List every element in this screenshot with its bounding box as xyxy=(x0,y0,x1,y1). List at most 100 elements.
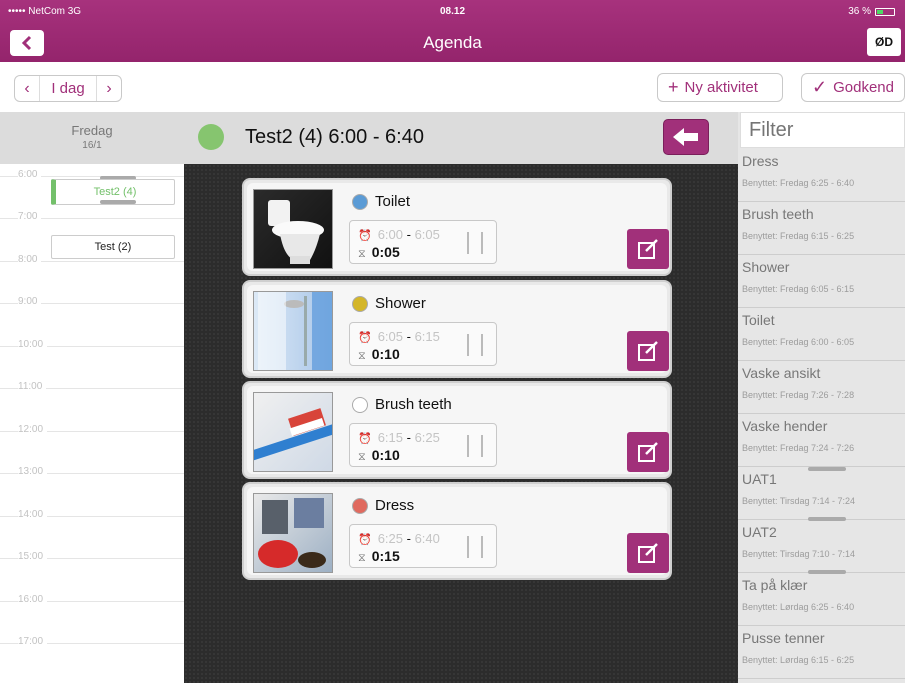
hour-line: 10:00 xyxy=(0,339,184,350)
filter-item[interactable]: Ta på klær Benyttet: Lørdag 6:25 - 6:40 xyxy=(738,573,905,626)
drag-handle[interactable] xyxy=(467,536,483,558)
start-time: 6:00 xyxy=(377,227,404,242)
filter-item[interactable]: Pusse tenner Benyttet: Lørdag 6:15 - 6:2… xyxy=(738,626,905,679)
activity-card[interactable]: Brush teeth ⏰ 6:15 - 6:25 ⧖ 0:10 xyxy=(242,381,672,479)
edit-button[interactable] xyxy=(627,229,669,269)
filter-item[interactable]: Dress Benyttet: Fredag 6:25 - 6:40 xyxy=(738,149,905,202)
next-day-button[interactable]: › xyxy=(97,80,121,98)
filter-item-usage: Benyttet: Fredag 7:24 - 7:26 xyxy=(742,443,855,453)
shower-image xyxy=(253,291,333,371)
filter-item-usage: Benyttet: Fredag 6:05 - 6:15 xyxy=(742,284,855,294)
edit-button[interactable] xyxy=(627,533,669,573)
dash: - xyxy=(403,329,415,344)
filter-item[interactable]: Toilet Benyttet: Fredag 6:00 - 6:05 xyxy=(738,308,905,361)
remove-button[interactable] xyxy=(663,119,709,155)
hourglass-icon: ⧖ xyxy=(358,552,366,564)
approve-button[interactable]: ✓ Godkend xyxy=(801,73,905,102)
alarm-icon: ⏰ xyxy=(358,433,372,445)
edit-icon xyxy=(638,341,658,361)
activity-list: Toilet ⏰ 6:00 - 6:05 ⧖ 0:05 Shower ⏰ 6:0… xyxy=(184,164,738,683)
filter-item[interactable]: Vaske hender Benyttet: Fredag 7:24 - 7:2… xyxy=(738,414,905,467)
end-time: 6:25 xyxy=(414,430,440,445)
calendar-timeline[interactable]: 6:00 7:00 8:00 9:00 10:00 11:00 12:00 13… xyxy=(0,164,184,683)
resize-handle[interactable] xyxy=(100,200,136,204)
time-range: ⏰ 6:15 - 6:25 xyxy=(358,430,440,445)
status-indicator xyxy=(198,124,224,150)
hour-line: 14:00 xyxy=(0,509,184,520)
activity-card[interactable]: Dress ⏰ 6:25 - 6:40 ⧖ 0:15 xyxy=(242,482,672,580)
end-time: 6:05 xyxy=(414,227,440,242)
hourglass-icon: ⧖ xyxy=(358,248,366,260)
filter-item-name: Brush teeth xyxy=(742,206,814,222)
clothes-icon xyxy=(258,498,326,568)
activity-name: Dress xyxy=(375,497,415,514)
edit-button[interactable] xyxy=(627,432,669,472)
new-activity-button[interactable]: + Ny aktivitet xyxy=(657,73,783,102)
activity-name: Brush teeth xyxy=(375,396,452,413)
edit-button[interactable] xyxy=(627,331,669,371)
duration-value: 0:15 xyxy=(371,548,400,564)
filter-item[interactable]: Shower Benyttet: Fredag 6:05 - 6:15 xyxy=(738,255,905,308)
edit-icon xyxy=(638,543,658,563)
hour-label: 17:00 xyxy=(18,636,48,647)
battery-icon xyxy=(875,7,895,16)
status-dot xyxy=(352,498,368,514)
activity-card[interactable]: Toilet ⏰ 6:00 - 6:05 ⧖ 0:05 xyxy=(242,178,672,276)
filter-item-name: Vaske ansikt xyxy=(742,365,821,381)
hour-label: 12:00 xyxy=(18,424,48,435)
filter-item[interactable]: UAT2 Benyttet: Tirsdag 7:10 - 7:14 xyxy=(738,520,905,573)
filter-item[interactable]: Vaske ansikt Benyttet: Fredag 7:26 - 7:2… xyxy=(738,361,905,414)
edit-icon xyxy=(638,239,658,259)
today-button[interactable]: I dag xyxy=(39,76,97,101)
toilet-image xyxy=(253,189,333,269)
drag-handle[interactable] xyxy=(467,334,483,356)
filter-item[interactable]: UAT1 Benyttet: Tirsdag 7:14 - 7:24 xyxy=(738,467,905,520)
card-body: Dress ⏰ 6:25 - 6:40 ⧖ 0:15 xyxy=(247,487,669,575)
toothbrush-image xyxy=(253,392,333,472)
new-activity-label: Ny aktivitet xyxy=(684,79,758,96)
calendar-event[interactable]: Test (2) xyxy=(51,235,175,259)
plus-icon: + xyxy=(668,77,679,97)
drag-handle[interactable] xyxy=(467,435,483,457)
filter-item-name: UAT2 xyxy=(742,524,777,540)
approve-label: Godkend xyxy=(833,79,894,96)
filter-item-name: Vaske hender xyxy=(742,418,828,434)
time-box[interactable]: ⏰ 6:25 - 6:40 ⧖ 0:15 xyxy=(349,524,497,568)
filter-item-usage: Benyttet: Fredag 6:00 - 6:05 xyxy=(742,337,855,347)
check-icon: ✓ xyxy=(812,77,828,97)
time-box[interactable]: ⏰ 6:05 - 6:15 ⧖ 0:10 xyxy=(349,322,497,366)
hour-line: 15:00 xyxy=(0,551,184,562)
activity-title: Test2 (4) 6:00 - 6:40 xyxy=(245,126,424,148)
duration: ⧖ 0:05 xyxy=(358,244,400,261)
battery-percent: 36 % xyxy=(848,6,871,17)
time-range: ⏰ 6:05 - 6:15 xyxy=(358,329,440,344)
time-range: ⏰ 6:00 - 6:05 xyxy=(358,227,440,242)
edit-icon xyxy=(638,442,658,462)
time-box[interactable]: ⏰ 6:15 - 6:25 ⧖ 0:10 xyxy=(349,423,497,467)
filter-item[interactable]: Brush teeth Benyttet: Fredag 6:15 - 6:25 xyxy=(738,202,905,255)
dash: - xyxy=(403,531,415,546)
end-time: 6:40 xyxy=(414,531,440,546)
hour-label: 13:00 xyxy=(18,466,48,477)
status-dot xyxy=(352,397,368,413)
filter-item-usage: Benyttet: Tirsdag 7:14 - 7:24 xyxy=(742,496,856,506)
status-dot xyxy=(352,296,368,312)
activity-card[interactable]: Shower ⏰ 6:05 - 6:15 ⧖ 0:10 xyxy=(242,280,672,378)
duration-value: 0:10 xyxy=(371,346,400,362)
filter-item-name: Pusse tenner xyxy=(742,630,825,646)
time-box[interactable]: ⏰ 6:00 - 6:05 ⧖ 0:05 xyxy=(349,220,497,264)
filter-item-usage: Benyttet: Fredag 6:25 - 6:40 xyxy=(742,178,855,188)
user-button[interactable]: ØD xyxy=(867,28,901,56)
filter-input[interactable] xyxy=(740,112,905,148)
start-time: 6:05 xyxy=(377,329,404,344)
hour-line: 13:00 xyxy=(0,466,184,477)
prev-day-button[interactable]: ‹ xyxy=(15,80,39,98)
duration-value: 0:10 xyxy=(371,447,400,463)
filter-item-name: UAT1 xyxy=(742,471,777,487)
filter-item-usage: Benyttet: Lørdag 6:25 - 6:40 xyxy=(742,602,855,612)
filter-panel: Dress Benyttet: Fredag 6:25 - 6:40 Brush… xyxy=(738,112,905,683)
toothbrush-icon xyxy=(254,408,332,461)
shower-icon xyxy=(258,292,332,370)
drag-handle[interactable] xyxy=(467,232,483,254)
duration: ⧖ 0:15 xyxy=(358,548,400,565)
